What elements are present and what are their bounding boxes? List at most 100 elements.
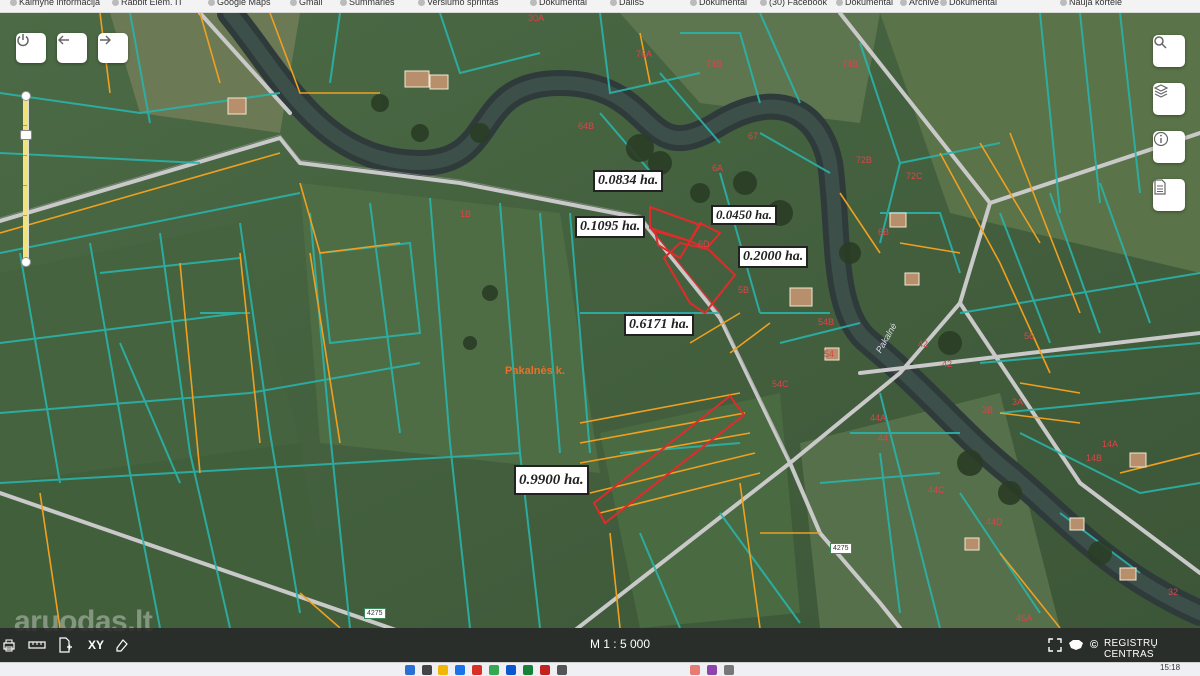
parcel-number: 76A <box>636 49 653 59</box>
zoom-handle[interactable] <box>20 130 32 140</box>
measure-button[interactable] <box>28 636 46 654</box>
zoom-track[interactable] <box>23 95 29 263</box>
cadastral-map[interactable]: 30A 76A 74B 74B 64B 1B 67 6A 72C 72B 6B … <box>0 13 1200 628</box>
zoom-out-cap[interactable] <box>21 257 31 267</box>
mail-icon[interactable] <box>472 665 482 675</box>
arrow-right-icon <box>100 35 111 45</box>
parcel-number: 6D <box>698 239 710 249</box>
forward-button[interactable] <box>98 33 128 63</box>
bookmark-favicon-icon <box>610 0 617 7</box>
excel-icon[interactable] <box>523 665 533 675</box>
app-icon[interactable] <box>724 665 734 675</box>
app-icon[interactable] <box>690 665 700 675</box>
search-button[interactable] <box>1153 35 1185 67</box>
registry-credit: REGISTRŲ CENTRAS <box>1104 638 1159 660</box>
bookmark-label: Dokumentai <box>539 0 588 7</box>
file-explorer-icon[interactable] <box>438 665 448 675</box>
bookmark-item[interactable]: Summaries <box>340 0 395 7</box>
bookmark-item[interactable]: Rabbit Elem. IT <box>112 0 183 7</box>
bookmark-item[interactable]: Dokumentai <box>836 0 893 7</box>
bookmark-item[interactable]: Archive <box>900 0 939 7</box>
bookmark-label: Nauja kortelė <box>1069 0 1123 7</box>
map-region-button[interactable] <box>1068 636 1084 654</box>
parcel-number: 44D <box>986 517 1003 527</box>
parcel-number: 5B <box>738 285 750 295</box>
print-button[interactable] <box>2 636 16 654</box>
bookmark-item[interactable]: Kaimynė informacija <box>10 0 100 7</box>
parcel-number: 42 <box>942 359 953 369</box>
bookmark-label: Verslumo sprintas <box>427 0 499 7</box>
power-icon <box>17 34 29 47</box>
bookmark-item[interactable]: Verslumo sprintas <box>418 0 499 7</box>
bookmark-label: Rabbit Elem. IT <box>121 0 184 7</box>
parcel-number: 46A <box>1016 613 1033 623</box>
taskbar-clock: 15:18 <box>1160 663 1181 672</box>
search-taskbar-icon[interactable] <box>422 665 432 675</box>
print-icon <box>3 639 15 652</box>
powerpoint-icon[interactable] <box>540 665 550 675</box>
parcel-number: 54C <box>772 379 789 389</box>
zoom-slider[interactable] <box>20 91 32 267</box>
parcel-number: 72B <box>856 155 873 165</box>
bookmark-label: Summaries <box>349 0 395 7</box>
bookmark-item[interactable]: (30) Facebook <box>760 0 827 7</box>
back-button[interactable] <box>57 33 87 63</box>
ruler-icon <box>28 641 46 649</box>
info-button[interactable] <box>1153 131 1185 163</box>
parcel-number: 54 <box>824 349 835 359</box>
bookmark-label: Google Maps <box>217 0 271 7</box>
windows-start-icon[interactable] <box>405 665 415 675</box>
area-label: 0.0450 ha. <box>711 205 777 225</box>
info-icon <box>1153 131 1169 147</box>
bookmark-item[interactable]: Google Maps <box>208 0 271 7</box>
chrome-icon[interactable] <box>489 665 499 675</box>
area-label: 0.0834 ha. <box>593 170 664 192</box>
bookmark-favicon-icon <box>900 0 907 7</box>
bookmark-item[interactable]: Dokumentai <box>530 0 587 7</box>
area-label: 0.9900 ha. <box>514 465 589 495</box>
parcel-number: 74B <box>706 59 723 69</box>
bookmark-item[interactable]: Dokumentai <box>940 0 997 7</box>
bookmark-favicon-icon <box>340 0 347 7</box>
parcel-number: 1B <box>460 209 472 219</box>
document-button[interactable] <box>1153 179 1185 211</box>
eraser-button[interactable] <box>114 636 128 654</box>
app-icon[interactable] <box>707 665 717 675</box>
bookmark-favicon-icon <box>940 0 947 7</box>
bookmark-item[interactable]: Gmail <box>290 0 323 7</box>
add-document-icon <box>59 637 72 653</box>
zoom-in-cap[interactable] <box>21 91 31 101</box>
new-document-button[interactable] <box>58 636 72 654</box>
bookmark-favicon-icon <box>690 0 697 7</box>
bookmark-label: Dokumentai <box>949 0 998 7</box>
zoom-tick <box>23 215 27 216</box>
bookmark-favicon-icon <box>112 0 119 7</box>
store-icon[interactable] <box>557 665 567 675</box>
fullscreen-icon <box>1048 638 1062 652</box>
bookmark-label: Gmail <box>299 0 323 7</box>
bookmark-item[interactable]: Dalis5 <box>610 0 644 7</box>
parcel-number: 67 <box>748 131 759 141</box>
bookmark-item[interactable]: Nauja kortelė <box>1060 0 1122 7</box>
document-icon <box>1154 179 1166 195</box>
search-icon <box>1154 36 1167 49</box>
layers-button[interactable] <box>1153 83 1185 115</box>
word-icon[interactable] <box>506 665 516 675</box>
os-taskbar: 15:18 <box>0 662 1200 676</box>
edge-icon[interactable] <box>455 665 465 675</box>
lithuania-map-icon <box>1069 640 1083 650</box>
map-canvas[interactable] <box>0 13 1200 628</box>
fullscreen-button[interactable] <box>1048 636 1062 654</box>
parcel-number: 64B <box>578 121 595 131</box>
parcel-number: 3A <box>1012 397 1024 407</box>
parcel-number: 42 <box>918 339 929 349</box>
parcel-number: 74B <box>842 59 859 69</box>
parcel-number: 3B <box>982 405 994 415</box>
bookmark-item[interactable]: Dokumentai <box>690 0 747 7</box>
parcel-number: 44 <box>878 433 889 443</box>
bookmark-label: Dokumentai <box>845 0 894 7</box>
parcel-number: 44A <box>870 413 887 423</box>
road-number-label: 4275 <box>364 608 386 619</box>
power-button[interactable] <box>16 33 46 63</box>
coordinates-button[interactable]: XY <box>88 636 104 654</box>
